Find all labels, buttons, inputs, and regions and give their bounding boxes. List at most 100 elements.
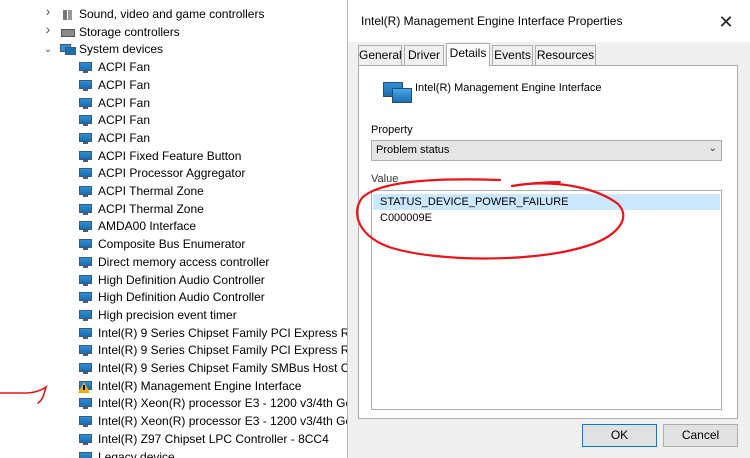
tree-device[interactable]: Direct memory access controller: [0, 254, 350, 272]
tree-device[interactable]: ACPI Fan: [0, 77, 350, 95]
tree-device[interactable]: Intel(R) 9 Series Chipset Family PCI Exp…: [0, 325, 350, 343]
device-icon: [78, 327, 94, 340]
dialog-title: Intel(R) Management Engine Interface Pro…: [361, 14, 623, 28]
tree-device-label: Composite Bus Enumerator: [98, 237, 246, 252]
tab-driver[interactable]: Driver: [404, 45, 444, 65]
tree-device[interactable]: AMDA00 Interface: [0, 218, 350, 236]
tree-category[interactable]: › Storage controllers: [0, 22, 350, 42]
tree-device-label: ACPI Fan: [98, 113, 151, 128]
details-panel: Intel(R) Management Engine Interface Pro…: [358, 65, 738, 419]
value-list[interactable]: STATUS_DEVICE_POWER_FAILURE C000009E: [371, 190, 722, 410]
device-icon: [78, 79, 94, 92]
device-icon: [78, 185, 94, 198]
tree-device-label: ACPI Fixed Feature Button: [98, 148, 242, 163]
tree-device[interactable]: ACPI Thermal Zone: [0, 201, 350, 219]
property-selected-value: Problem status: [376, 144, 450, 156]
device-icon: [78, 433, 94, 446]
tree-category[interactable]: ⌄ System devices: [0, 41, 350, 59]
tree-device[interactable]: ACPI Fan: [0, 59, 350, 77]
tree-device-label: Intel(R) 9 Series Chipset Family PCI Exp…: [98, 343, 350, 358]
tab-general[interactable]: General: [358, 45, 402, 65]
chevron-right-icon[interactable]: ›: [43, 22, 53, 36]
device-icon: [78, 397, 94, 410]
device-icon: [78, 114, 94, 127]
tree-device[interactable]: Intel(R) Z97 Chipset LPC Controller - 8C…: [0, 431, 350, 449]
device-icon: [78, 451, 94, 458]
tree-category-label: Sound, video and game controllers: [79, 7, 265, 21]
tree-category-label: System devices: [79, 42, 164, 57]
tree-device[interactable]: Intel(R) Xeon(R) processor E3 - 1200 v3/…: [0, 395, 350, 413]
tree-device[interactable]: Composite Bus Enumerator: [0, 236, 350, 254]
tree-device[interactable]: Intel(R) 9 Series Chipset Family SMBus H…: [0, 360, 350, 378]
tree-device[interactable]: ACPI Fixed Feature Button: [0, 148, 350, 166]
device-icon: [78, 167, 94, 180]
tree-device-label: High Definition Audio Controller: [98, 272, 265, 287]
tab-strip: General Driver Details Events Resources: [358, 43, 748, 66]
tree-device[interactable]: ACPI Fan: [0, 112, 350, 130]
tree-device-label: Intel(R) 9 Series Chipset Family PCI Exp…: [98, 325, 350, 340]
cancel-button[interactable]: Cancel: [663, 424, 738, 447]
tree-device-label: Intel(R) Management Engine Interface: [98, 378, 302, 393]
tree-device-label: ACPI Fan: [98, 60, 151, 75]
tab-events[interactable]: Events: [492, 45, 533, 65]
device-icon: [78, 344, 94, 357]
device-icon: [78, 291, 94, 304]
device-icon: [78, 97, 94, 110]
device-icon: [78, 132, 94, 145]
value-item[interactable]: C000009E: [373, 210, 720, 226]
chevron-down-icon[interactable]: ⌄: [43, 45, 53, 55]
device-icon: [78, 362, 94, 375]
property-label: Property: [371, 124, 413, 136]
value-label: Value: [371, 173, 399, 185]
device-icon: [78, 238, 94, 251]
close-icon[interactable]: ✕: [716, 12, 736, 32]
tree-device-label: ACPI Fan: [98, 77, 151, 92]
speaker-icon: [60, 8, 76, 21]
tree-device[interactable]: Intel(R) Management Engine Interface: [0, 378, 350, 396]
tree-device[interactable]: High Definition Audio Controller: [0, 289, 350, 307]
tree-category[interactable]: › Sound, video and game controllers: [0, 4, 350, 24]
tree-device[interactable]: ACPI Fan: [0, 130, 350, 148]
tree-device-label: ACPI Fan: [98, 95, 151, 110]
property-dropdown[interactable]: Problem status ⌄: [371, 140, 722, 161]
tree-device[interactable]: Legacy device: [0, 449, 350, 458]
device-icon: [78, 256, 94, 269]
device-tree: › Sound, video and game controllers › Stora…: [0, 0, 350, 458]
tree-device-label: Direct memory access controller: [98, 254, 270, 269]
tree-device-label: ACPI Processor Aggregator: [98, 166, 246, 181]
tab-resources[interactable]: Resources: [535, 45, 596, 65]
tree-device-label: ACPI Thermal Zone: [98, 184, 204, 198]
device-icon: [78, 415, 94, 428]
tree-device-label: Intel(R) 9 Series Chipset Family SMBus H…: [98, 361, 350, 375]
storage-icon: [60, 26, 76, 39]
tab-details[interactable]: Details: [446, 43, 490, 66]
tree-device[interactable]: High Definition Audio Controller: [0, 272, 350, 290]
ok-button[interactable]: OK: [582, 424, 657, 447]
device-icon: [78, 203, 94, 216]
tree-device-label: High precision event timer: [98, 307, 237, 322]
device-icon: [78, 274, 94, 287]
tree-device-label: Intel(R) Z97 Chipset LPC Controller - 8C…: [98, 431, 329, 446]
tree-device[interactable]: ACPI Processor Aggregator: [0, 165, 350, 183]
tree-category-label: Storage controllers: [79, 24, 180, 39]
tree-device[interactable]: Intel(R) Xeon(R) processor E3 - 1200 v3/…: [0, 413, 350, 431]
device-icon: [78, 61, 94, 74]
device-icon: [383, 82, 413, 106]
tree-device[interactable]: High precision event timer: [0, 307, 350, 325]
device-icon: [78, 150, 94, 163]
tree-device[interactable]: ACPI Thermal Zone: [0, 183, 350, 201]
value-item[interactable]: STATUS_DEVICE_POWER_FAILURE: [373, 194, 720, 210]
properties-dialog: Intel(R) Management Engine Interface Pro…: [347, 0, 750, 458]
chevron-down-icon: ⌄: [708, 143, 717, 154]
tree-device[interactable]: ACPI Fan: [0, 95, 350, 113]
device-icon: [78, 220, 94, 233]
warning-icon: [78, 380, 94, 393]
tree-device-label: ACPI Thermal Zone: [98, 201, 204, 216]
tree-device-label: AMDA00 Interface: [98, 219, 197, 234]
dialog-titlebar[interactable]: Intel(R) Management Engine Interface Pro…: [348, 0, 750, 42]
device-icon: [78, 309, 94, 322]
tree-device-label: Intel(R) Xeon(R) processor E3 - 1200 v3/…: [98, 396, 350, 411]
chevron-right-icon[interactable]: ›: [43, 4, 53, 18]
tree-device[interactable]: Intel(R) 9 Series Chipset Family PCI Exp…: [0, 342, 350, 360]
tree-device-label: ACPI Fan: [98, 130, 151, 145]
